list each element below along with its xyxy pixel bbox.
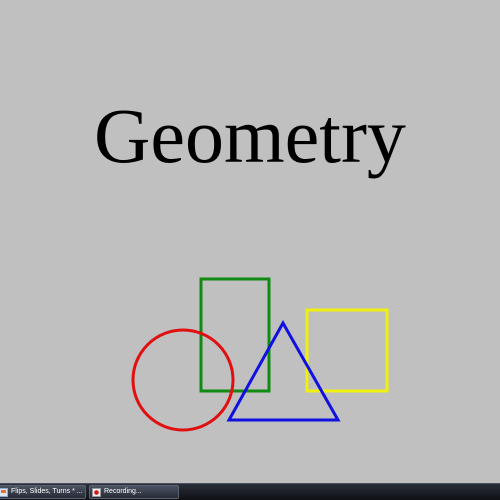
- shapes-illustration: [131, 277, 389, 432]
- presentation-icon: [0, 487, 8, 497]
- yellow-square: [305, 308, 389, 393]
- recorder-icon: [92, 487, 101, 497]
- taskbar-item-label: Flips, Slides, Turns * ...: [11, 488, 83, 495]
- presentation-slide: Geometry: [0, 0, 500, 483]
- green-rectangle: [199, 277, 271, 393]
- taskbar: Flips, Slides, Turns * ... Recording...: [0, 483, 500, 500]
- taskbar-item-recording[interactable]: Recording...: [89, 485, 179, 499]
- red-circle: [131, 328, 235, 432]
- blue-triangle: [226, 319, 341, 422]
- taskbar-item-label: Recording...: [104, 488, 142, 495]
- taskbar-item-presentation[interactable]: Flips, Slides, Turns * ...: [0, 485, 86, 499]
